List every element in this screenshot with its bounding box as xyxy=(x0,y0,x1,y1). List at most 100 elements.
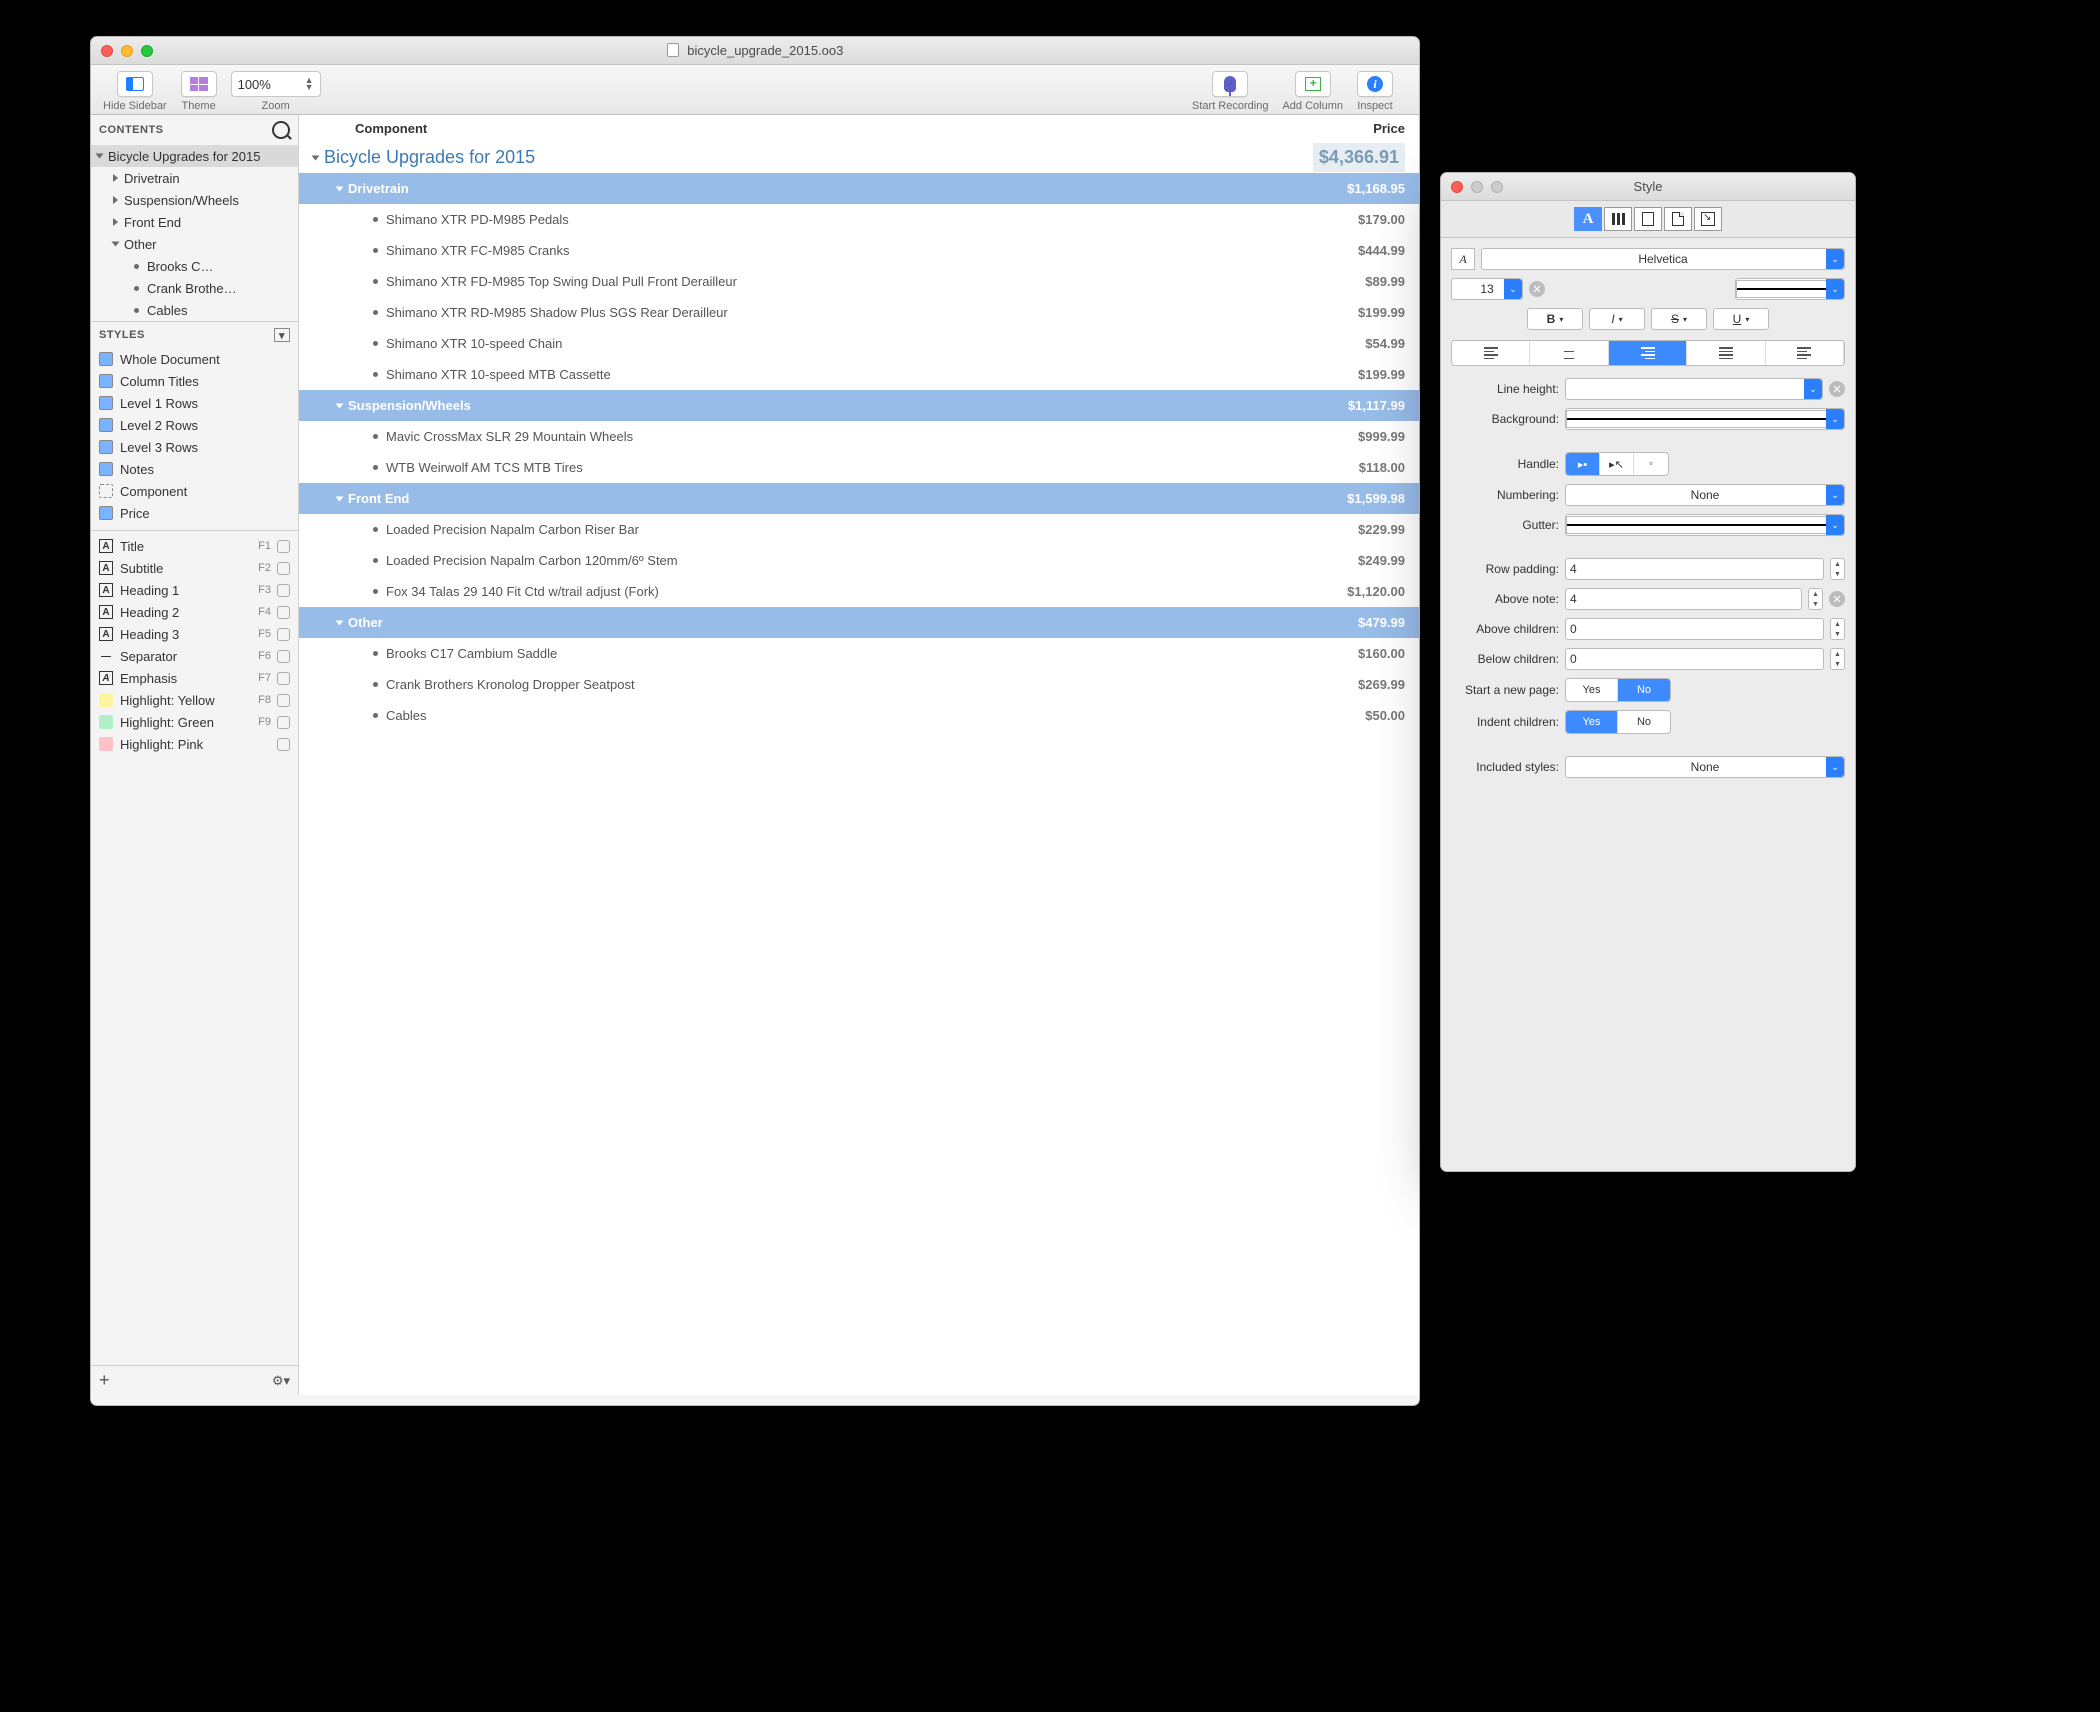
style-checkbox[interactable] xyxy=(277,738,290,751)
gear-icon[interactable]: ⚙︎▾ xyxy=(272,1373,290,1389)
underline-button[interactable]: U▾ xyxy=(1713,308,1769,330)
stepper[interactable]: ▲▼ xyxy=(1830,618,1845,640)
style-row[interactable]: Level 1 Rows xyxy=(91,392,298,414)
outline-row[interactable]: Loaded Precision Napalm Carbon 120mm/6º … xyxy=(299,545,1419,576)
clear-icon[interactable]: ✕ xyxy=(1829,591,1845,607)
disclosure-icon[interactable] xyxy=(113,196,118,204)
font-family-select[interactable]: Helvetica⌄ xyxy=(1481,248,1845,270)
style-checkbox[interactable] xyxy=(277,694,290,707)
clear-icon[interactable]: ✕ xyxy=(1529,281,1545,297)
below-children-input[interactable]: 0 xyxy=(1565,648,1824,670)
gutter-select[interactable]: ⌄ xyxy=(1565,514,1845,536)
style-checkbox[interactable] xyxy=(277,716,290,729)
tree-item[interactable]: Brooks C… xyxy=(91,255,298,277)
indent-yes[interactable]: Yes xyxy=(1566,711,1618,733)
outline-row[interactable]: Suspension/Wheels$1,117.99 xyxy=(299,390,1419,421)
tab-text-style[interactable]: A xyxy=(1574,207,1602,231)
disclosure-icon[interactable] xyxy=(336,496,344,501)
above-note-input[interactable]: 4 xyxy=(1565,588,1802,610)
add-icon[interactable]: + xyxy=(99,1370,110,1391)
dropdown-icon[interactable]: ▾ xyxy=(274,328,290,342)
disclosure-icon[interactable] xyxy=(336,620,344,625)
style-row[interactable]: Whole Document xyxy=(91,348,298,370)
text-color-select[interactable]: ⌄ xyxy=(1735,278,1845,300)
disclosure-icon[interactable] xyxy=(113,174,118,182)
tab-columns[interactable] xyxy=(1604,207,1632,231)
italic-button[interactable]: I▾ xyxy=(1589,308,1645,330)
outline-row[interactable]: Brooks C17 Cambium Saddle$160.00 xyxy=(299,638,1419,669)
tree-item[interactable]: Drivetrain xyxy=(91,167,298,189)
disclosure-icon[interactable] xyxy=(113,218,118,226)
tree-item[interactable]: Front End xyxy=(91,211,298,233)
style-checkbox[interactable] xyxy=(277,628,290,641)
style-checkbox[interactable] xyxy=(277,540,290,553)
style-row[interactable]: Component xyxy=(91,480,298,502)
disclosure-icon[interactable] xyxy=(112,242,120,247)
theme-button[interactable] xyxy=(181,71,217,97)
named-style-row[interactable]: AHeading 1F3 xyxy=(91,579,298,601)
outline-row[interactable]: Mavic CrossMax SLR 29 Mountain Wheels$99… xyxy=(299,421,1419,452)
clear-icon[interactable]: ✕ xyxy=(1829,381,1845,397)
tree-root[interactable]: Bicycle Upgrades for 2015 xyxy=(91,145,298,167)
stepper[interactable]: ▲▼ xyxy=(1808,588,1823,610)
align-natural[interactable] xyxy=(1766,341,1844,365)
tab-document[interactable] xyxy=(1634,207,1662,231)
align-center[interactable] xyxy=(1530,341,1608,365)
new-page-no[interactable]: No xyxy=(1618,679,1670,701)
tree-item[interactable]: Crank Brothe… xyxy=(91,277,298,299)
named-style-row[interactable]: Highlight: GreenF9 xyxy=(91,711,298,733)
add-column-button[interactable] xyxy=(1295,71,1331,97)
named-style-row[interactable]: —SeparatorF6 xyxy=(91,645,298,667)
outline-row[interactable]: Shimano XTR PD-M985 Pedals$179.00 xyxy=(299,204,1419,235)
style-row[interactable]: Level 2 Rows xyxy=(91,414,298,436)
style-row[interactable]: Notes xyxy=(91,458,298,480)
style-row[interactable]: Column Titles xyxy=(91,370,298,392)
stepper[interactable]: ▲▼ xyxy=(1830,648,1845,670)
disclosure-icon[interactable] xyxy=(336,186,344,191)
align-justify[interactable] xyxy=(1687,341,1765,365)
style-checkbox[interactable] xyxy=(277,606,290,619)
outline-row[interactable]: Shimano XTR FC-M985 Cranks$444.99 xyxy=(299,235,1419,266)
row-padding-input[interactable]: 4 xyxy=(1565,558,1824,580)
align-left[interactable] xyxy=(1452,341,1530,365)
above-children-input[interactable]: 0 xyxy=(1565,618,1824,640)
named-style-row[interactable]: Highlight: YellowF8 xyxy=(91,689,298,711)
style-row[interactable]: Level 3 Rows xyxy=(91,436,298,458)
named-style-row[interactable]: Highlight: Pink xyxy=(91,733,298,755)
tree-item[interactable]: Other xyxy=(91,233,298,255)
inspector-titlebar[interactable]: Style xyxy=(1441,173,1855,201)
style-row[interactable]: Price xyxy=(91,502,298,524)
indent-no[interactable]: No xyxy=(1618,711,1670,733)
column-price[interactable]: Price xyxy=(1373,121,1405,136)
handle-disclosure[interactable]: ▸• xyxy=(1566,453,1600,475)
line-height-select[interactable]: ⌄ xyxy=(1565,378,1823,400)
stepper[interactable]: ▲▼ xyxy=(1830,558,1845,580)
named-style-row[interactable]: ATitleF1 xyxy=(91,535,298,557)
disclosure-icon[interactable] xyxy=(312,155,320,160)
style-checkbox[interactable] xyxy=(277,672,290,685)
disclosure-icon[interactable] xyxy=(336,403,344,408)
outline-row[interactable]: Crank Brothers Kronolog Dropper Seatpost… xyxy=(299,669,1419,700)
outline-row[interactable]: Front End$1,599.98 xyxy=(299,483,1419,514)
outline-row[interactable]: Loaded Precision Napalm Carbon Riser Bar… xyxy=(299,514,1419,545)
outline-row[interactable]: Drivetrain$1,168.95 xyxy=(299,173,1419,204)
outline-row[interactable]: Shimano XTR 10-speed Chain$54.99 xyxy=(299,328,1419,359)
tree-item[interactable]: Cables xyxy=(91,299,298,321)
tab-resize[interactable]: ↘ xyxy=(1694,207,1722,231)
hide-sidebar-button[interactable] xyxy=(117,71,153,97)
align-right[interactable] xyxy=(1609,341,1687,365)
outline-row[interactable]: WTB Weirwolf AM TCS MTB Tires$118.00 xyxy=(299,452,1419,483)
handle-dot[interactable]: ◦ xyxy=(1634,453,1668,475)
outline-row[interactable]: Bicycle Upgrades for 2015$4,366.91 xyxy=(299,142,1419,173)
style-checkbox[interactable] xyxy=(277,584,290,597)
bold-button[interactable]: B▾ xyxy=(1527,308,1583,330)
named-style-row[interactable]: AHeading 3F5 xyxy=(91,623,298,645)
outline-row[interactable]: Shimano XTR RD-M985 Shadow Plus SGS Rear… xyxy=(299,297,1419,328)
font-panel-button[interactable]: A xyxy=(1451,248,1475,270)
search-icon[interactable] xyxy=(272,121,290,139)
tree-item[interactable]: Suspension/Wheels xyxy=(91,189,298,211)
style-checkbox[interactable] xyxy=(277,650,290,663)
new-page-yes[interactable]: Yes xyxy=(1566,679,1618,701)
named-style-row[interactable]: ASubtitleF2 xyxy=(91,557,298,579)
outline-row[interactable]: Other$479.99 xyxy=(299,607,1419,638)
